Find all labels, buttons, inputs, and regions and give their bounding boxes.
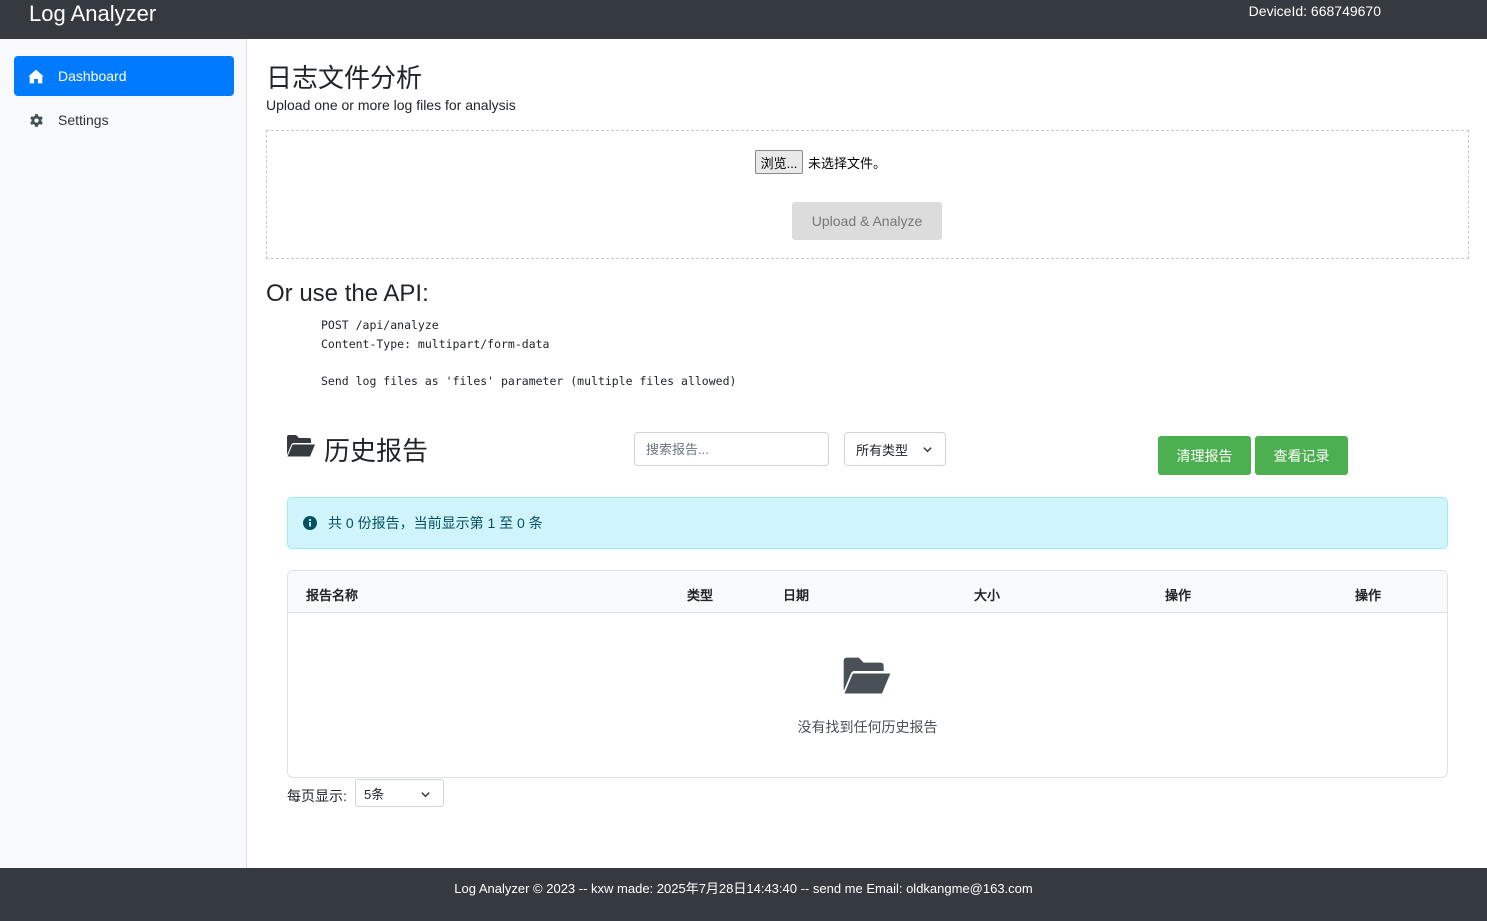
footer: Log Analyzer © 2023 -- kxw made: 2025年7月… <box>0 868 1487 921</box>
sidebar-item-dashboard[interactable]: Dashboard <box>14 56 234 96</box>
column-header-size: 大小 <box>974 588 1001 603</box>
app-brand[interactable]: Log Analyzer <box>29 1 156 27</box>
folder-open-icon <box>286 434 324 465</box>
report-type-select[interactable]: 所有类型 <box>844 432 946 466</box>
column-header-action: 操作 <box>1165 588 1192 603</box>
page-subtitle: Upload one or more log files for analysi… <box>266 97 516 113</box>
device-id-label: DeviceId: 668749670 <box>1248 3 1381 19</box>
info-circle-icon <box>303 516 317 530</box>
view-records-button[interactable]: 查看记录 <box>1255 436 1348 475</box>
api-section-title: Or use the API: <box>266 280 429 307</box>
column-header-name: 报告名称 <box>306 588 359 603</box>
sidebar-item-settings[interactable]: Settings <box>14 100 234 140</box>
gear-icon <box>28 112 44 128</box>
home-icon <box>28 68 44 84</box>
info-alert-text: 共 0 份报告，当前显示第 1 至 0 条 <box>328 515 543 531</box>
report-search-input[interactable] <box>634 432 829 466</box>
per-page-select[interactable]: 5条 <box>355 779 444 807</box>
api-code-block: POST /api/analyze Content-Type: multipar… <box>321 318 737 389</box>
history-title-text: 历史报告 <box>324 436 429 466</box>
chevron-down-icon <box>420 788 431 803</box>
column-header-type: 类型 <box>687 588 714 603</box>
clear-reports-button[interactable]: 清理报告 <box>1158 436 1251 475</box>
folder-open-icon <box>841 656 893 701</box>
upload-analyze-button[interactable]: Upload & Analyze <box>792 202 942 240</box>
per-page-value: 5条 <box>364 786 385 802</box>
browse-button[interactable]: 浏览... <box>755 150 803 174</box>
column-header-date: 日期 <box>783 588 810 603</box>
no-file-selected-label: 未选择文件。 <box>808 155 887 171</box>
empty-state-text: 没有找到任何历史报告 <box>797 719 938 735</box>
page-title: 日志文件分析 <box>266 63 423 93</box>
sidebar: Dashboard Settings <box>0 39 247 868</box>
reports-table: 报告名称 类型 日期 大小 操作 操作 没有找到任何历史报告 <box>287 570 1448 778</box>
file-input[interactable]: 浏览... 未选择文件。 <box>755 150 886 174</box>
chevron-down-icon <box>922 443 933 458</box>
report-type-value: 所有类型 <box>856 442 909 458</box>
column-header-action: 操作 <box>1355 588 1382 603</box>
history-title: 历史报告 <box>286 431 428 468</box>
table-header: 报告名称 类型 日期 大小 操作 操作 <box>288 571 1447 613</box>
main-content: 日志文件分析 Upload one or more log files for … <box>248 39 1487 868</box>
top-navbar: Log Analyzer DeviceId: 668749670 <box>0 0 1487 39</box>
info-alert: 共 0 份报告，当前显示第 1 至 0 条 <box>287 497 1448 549</box>
footer-text: Log Analyzer © 2023 -- kxw made: 2025年7月… <box>454 881 1033 896</box>
sidebar-item-label: Dashboard <box>58 68 127 84</box>
per-page-label: 每页显示: <box>287 788 347 804</box>
sidebar-item-label: Settings <box>58 112 109 128</box>
empty-state: 没有找到任何历史报告 <box>288 613 1447 777</box>
upload-dropzone[interactable]: 浏览... 未选择文件。 Upload & Analyze <box>266 130 1469 259</box>
